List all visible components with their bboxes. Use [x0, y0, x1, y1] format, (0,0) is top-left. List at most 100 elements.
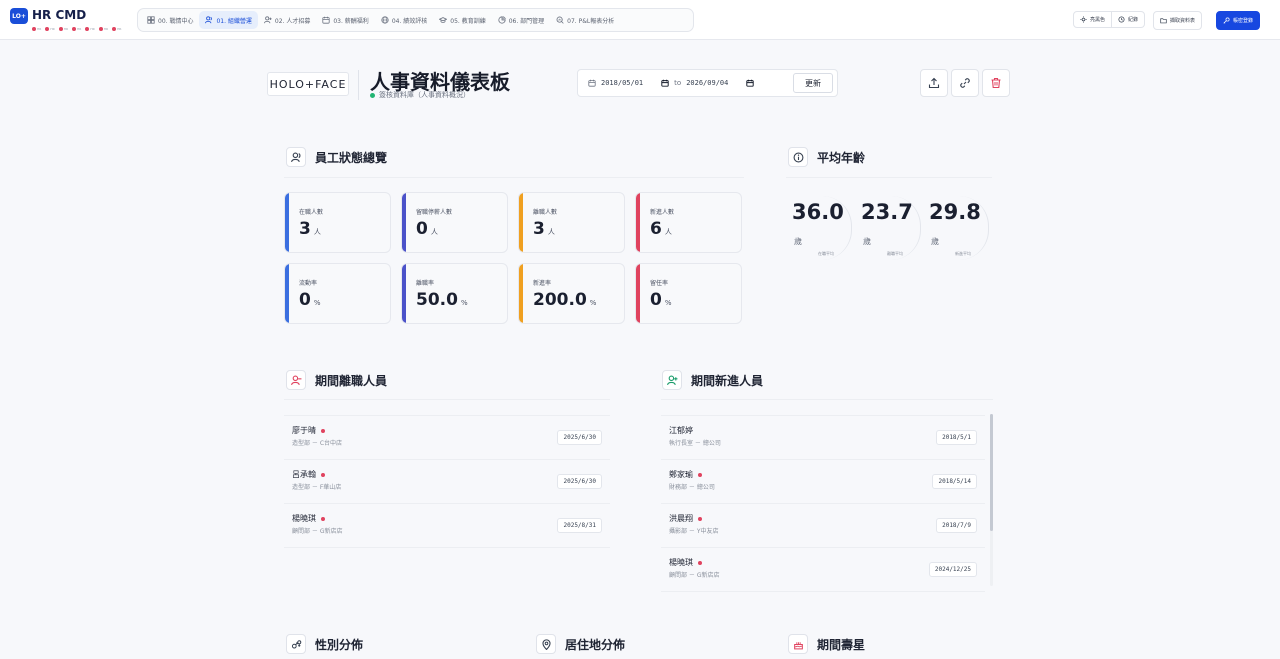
data-source-label: 擷取資料表 [1170, 18, 1196, 24]
main-nav: 00. 戰情中心 01. 組織營運 02. 人才招募 03. 薪酬福利 04. … [137, 8, 694, 32]
tab-pl-report[interactable]: 07. P&L報表分析 [550, 11, 620, 29]
age-value: 29.8 [929, 200, 981, 224]
tab-recruiting[interactable]: 02. 人才招募 [258, 11, 316, 29]
age-value: 23.7 [861, 200, 913, 224]
tab-dashboard[interactable]: 00. 戰情中心 [141, 11, 199, 29]
employee-status-header: 員工狀態總覽 [286, 147, 387, 167]
list-item[interactable]: 江郁婷 執行長室 － 總公司 2018/5/1 [661, 416, 985, 460]
gender-header: 性別分佈 [286, 634, 363, 654]
stat-value: 0 [416, 219, 428, 239]
section-icon-box [286, 370, 306, 390]
delete-button[interactable] [982, 69, 1010, 97]
calendar-picker-icon[interactable] [746, 79, 755, 87]
tab-training[interactable]: 05. 教育訓練 [433, 11, 491, 29]
stat-unit: % [589, 299, 597, 307]
copy-link-button[interactable] [951, 69, 979, 97]
birthday-header: 期間壽星 [788, 634, 865, 654]
section-icon-box [286, 634, 306, 654]
list-item[interactable]: 廖于晴 造型部 － C台中店 2025/6/30 [284, 416, 610, 460]
user-plus-icon [263, 16, 272, 24]
update-button[interactable]: 更新 [793, 73, 833, 93]
tab-label: 02. 人才招募 [274, 17, 311, 25]
age-value: 36.0 [792, 200, 844, 224]
section-title: 員工狀態總覽 [315, 150, 388, 165]
stat-value: 200.0 [533, 290, 587, 310]
status-dot: HR [85, 27, 95, 31]
tab-organization[interactable]: 01. 組織營運 [199, 11, 258, 29]
flag-dot [321, 428, 325, 433]
person-dept: 造型部 － C台中店 [292, 440, 343, 447]
start-date-input[interactable]: 2018/05/01 [601, 79, 669, 87]
person-date: 2018/5/1 [936, 430, 977, 445]
login-button[interactable]: 帳密登錄 [1216, 11, 1261, 30]
stat-value: 0 [650, 290, 662, 310]
stat-card-retention: 留任率 0% [635, 263, 742, 324]
tab-compensation[interactable]: 03. 薪酬福利 [316, 11, 374, 29]
person-name: 洪晨翔 [669, 514, 693, 523]
list-item[interactable]: 呂承翰 造型部 － F華山店 2025/6/30 [284, 460, 610, 504]
theme-history-group: 亮黑色 紀錄 [1073, 11, 1146, 28]
resigned-header: 期間離職人員 [286, 370, 387, 390]
date-range-separator: to [674, 79, 682, 87]
joined-header: 期間新進人員 [662, 370, 763, 390]
data-source-status: 簽核資料庫（人事資料概況） [370, 90, 470, 100]
section-title: 平均年齡 [817, 150, 866, 165]
person-date: 2018/7/9 [936, 518, 977, 533]
users-icon [290, 152, 300, 162]
person-dept: 顧問部 － G新店店 [669, 572, 720, 579]
export-button[interactable] [920, 69, 948, 97]
list-item[interactable]: 楊曉琪 顧問部 － G新店店 2025/8/31 [284, 504, 610, 548]
section-divider [284, 177, 744, 178]
theme-toggle-label: 亮黑色 [1090, 17, 1106, 23]
person-dept: 財務部 － 總公司 [669, 484, 715, 491]
tab-label: 00. 戰情中心 [158, 17, 194, 25]
joined-list-scrollbar[interactable] [990, 414, 993, 531]
age-caption: 離職平均 [887, 251, 903, 256]
list-item[interactable]: 洪晨翔 攝影部 － Y中友店 2018/7/9 [661, 504, 985, 548]
tab-departments[interactable]: 06. 部門管理 [492, 11, 550, 29]
stat-unit: 人 [313, 228, 321, 236]
stat-card-resignation-rate: 離職率 50.0% [401, 263, 508, 324]
section-divider [284, 399, 610, 400]
age-unit: 歲 [863, 237, 871, 246]
stat-value: 0 [299, 290, 311, 310]
person-dept: 執行長室 － 總公司 [669, 440, 721, 447]
stat-card-turnover: 流動率 0% [284, 263, 391, 324]
stat-value: 3 [299, 219, 311, 239]
section-icon-box [286, 147, 306, 167]
status-dots: HR HR HR HR HR HR HR [32, 27, 121, 31]
stat-unit: 人 [664, 228, 672, 236]
resigned-list: 廖于晴 造型部 － C台中店 2025/6/30 呂承翰 造型部 － F華山店 … [284, 415, 610, 548]
person-dept: 攝影部 － Y中友店 [669, 528, 719, 535]
date-range-picker: 2018/05/01 to 2026/09/04 更新 [577, 69, 838, 97]
flag-dot [698, 560, 702, 565]
stat-card-new-rate: 新進率 200.0% [518, 263, 625, 324]
theme-toggle-button[interactable]: 亮黑色 [1073, 11, 1113, 28]
stat-unit: % [313, 299, 321, 307]
subtitle-text: 簽核資料庫（人事資料概況） [379, 91, 470, 99]
company-logo: HOLO+FACE [267, 72, 349, 96]
tab-performance[interactable]: 04. 績效評核 [375, 11, 433, 29]
section-title: 期間新進人員 [691, 373, 764, 388]
stat-value: 3 [533, 219, 545, 239]
calendar-picker-icon[interactable] [661, 79, 669, 87]
gender-icon [291, 639, 301, 649]
history-button[interactable]: 紀錄 [1112, 11, 1146, 28]
upload-icon [928, 77, 940, 89]
list-item[interactable]: 楊曉琪 顧問部 － G新店店 2024/12/25 [661, 548, 985, 592]
end-date-input[interactable]: 2026/09/04 [686, 79, 755, 87]
flag-dot [698, 472, 702, 477]
data-source-button[interactable]: 擷取資料表 [1153, 11, 1203, 30]
app-logo[interactable]: LO+ [10, 8, 28, 24]
age-new: 29.8 歲 新進平均 [929, 196, 989, 260]
stat-label: 離職率 [416, 280, 435, 287]
login-label: 帳密登錄 [1233, 18, 1254, 24]
person-dept: 造型部 － F華山店 [292, 484, 342, 491]
flag-dot [321, 472, 325, 477]
key-icon [1223, 17, 1230, 24]
section-title: 居住地分佈 [565, 637, 626, 652]
start-date-value: 2018/05/01 [601, 79, 644, 87]
map-pin-icon [541, 638, 551, 650]
trash-icon [991, 77, 1001, 89]
list-item[interactable]: 鄭家瑜 財務部 － 總公司 2018/5/14 [661, 460, 985, 504]
